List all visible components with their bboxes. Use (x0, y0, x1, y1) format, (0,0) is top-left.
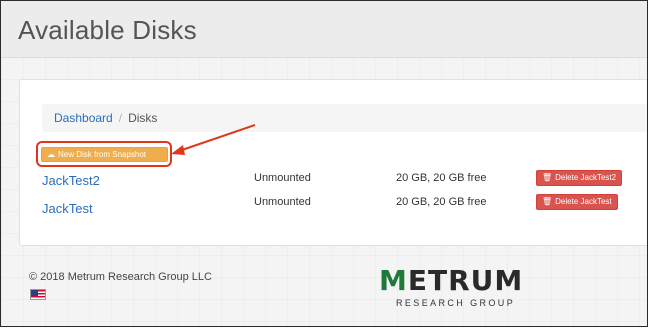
disk-size: 20 GB, 20 GB free (396, 196, 487, 208)
new-disk-button-label: New Disk from Snapshot (58, 150, 147, 159)
metrum-logo: METRUM RESEARCH GROUP (379, 266, 539, 312)
breadcrumb-separator: / (118, 111, 123, 125)
disk-status: Unmounted (254, 172, 311, 184)
disk-size: 20 GB, 20 GB free (396, 172, 487, 184)
disk-status: Unmounted (254, 196, 311, 208)
breadcrumb: Dashboard / Disks (42, 104, 647, 132)
delete-disk-button[interactable]: 🗑 Delete JackTest2 (536, 170, 623, 186)
app-window: Available Disks Dashboard / Disks ☁ New Dis… (0, 0, 648, 327)
page-header: Available Disks (1, 1, 647, 58)
delete-disk-button[interactable]: 🗑 Delete JackTest (536, 194, 618, 210)
logo-subtitle: RESEARCH GROUP (396, 298, 516, 308)
trash-icon: 🗑 (542, 173, 553, 182)
disk-name-link[interactable]: JackTest2 (42, 170, 100, 192)
disks-panel: Dashboard / Disks ☁ New Disk from Snapshot … (19, 79, 647, 246)
us-flag-icon[interactable] (30, 289, 46, 300)
delete-button-label: Delete JackTest2 (555, 173, 617, 182)
delete-button-label: Delete JackTest (555, 197, 612, 206)
breadcrumb-dashboard-link[interactable]: Dashboard (54, 111, 113, 125)
footer-copyright: © 2018 Metrum Research Group LLC (29, 271, 212, 283)
disk-name-link[interactable]: JackTest (42, 198, 93, 220)
disk-row: JackTest2 Unmounted 20 GB, 20 GB free 🗑 D… (20, 170, 647, 192)
new-disk-from-snapshot-button[interactable]: ☁ New Disk from Snapshot (41, 147, 168, 162)
disk-row: JackTest Unmounted 20 GB, 20 GB free 🗑 De… (20, 194, 647, 216)
cloud-upload-icon: ☁ (47, 150, 55, 159)
page-title: Available Disks (18, 15, 197, 45)
trash-icon: 🗑 (542, 197, 553, 206)
breadcrumb-current: Disks (128, 111, 158, 125)
logo-wordmark: METRUM (379, 264, 524, 297)
